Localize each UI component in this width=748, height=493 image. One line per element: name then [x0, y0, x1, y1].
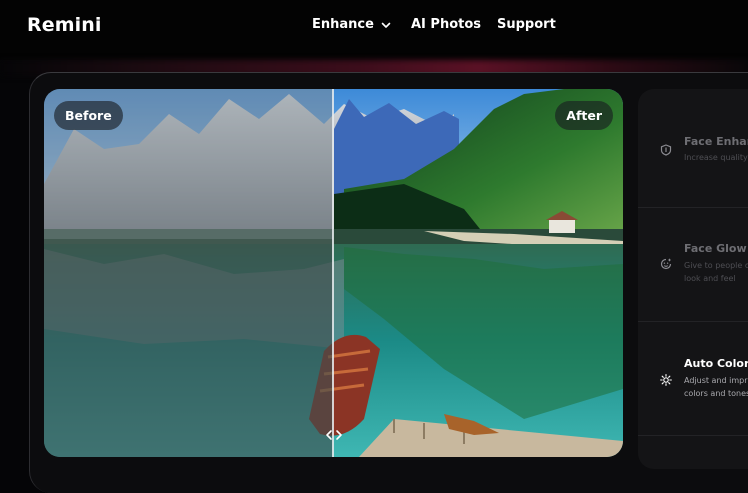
feature-description-line-1: Give to people c — [684, 261, 748, 270]
nav-support[interactable]: Support — [497, 17, 556, 32]
feature-auto-color[interactable]: Auto Color Adjust and impr colors and to… — [638, 322, 748, 437]
feature-face-enhance[interactable]: Face Enhance Increase quality — [638, 89, 748, 204]
feature-title: Face Glow — [684, 242, 747, 255]
comparison-scene-image — [44, 89, 623, 457]
before-badge: Before — [54, 101, 123, 130]
feature-description-line-1: Adjust and impr — [684, 376, 748, 385]
feature-title: Face Enhance — [684, 135, 748, 148]
feature-description: Increase quality — [684, 153, 748, 162]
comparison-divider-line[interactable] — [332, 89, 334, 457]
feature-face-glow[interactable]: Face Glow Give to people c look and feel — [638, 208, 748, 323]
feature-divider — [638, 435, 748, 436]
feature-list: Face Enhance Increase quality Face Glow … — [638, 89, 748, 469]
before-after-comparison[interactable]: Before After — [44, 89, 623, 457]
feature-title: Auto Color — [684, 357, 748, 370]
feature-description-line-2: look and feel — [684, 274, 736, 283]
top-navigation-bar: Remini Enhance AI Photos Support — [0, 0, 748, 60]
remini-logo[interactable]: Remini — [27, 14, 101, 36]
feature-description-line-2: colors and tones — [684, 389, 748, 398]
left-right-arrows-icon[interactable] — [324, 428, 344, 442]
sun-icon — [660, 374, 672, 386]
nav-ai-photos[interactable]: AI Photos — [411, 17, 481, 32]
chevron-down-icon — [381, 22, 391, 28]
nav-enhance-label: Enhance — [312, 17, 374, 32]
nav-enhance[interactable]: Enhance — [312, 17, 391, 32]
after-badge: After — [555, 101, 613, 130]
face-glow-icon — [660, 258, 672, 270]
shield-icon — [660, 144, 672, 156]
